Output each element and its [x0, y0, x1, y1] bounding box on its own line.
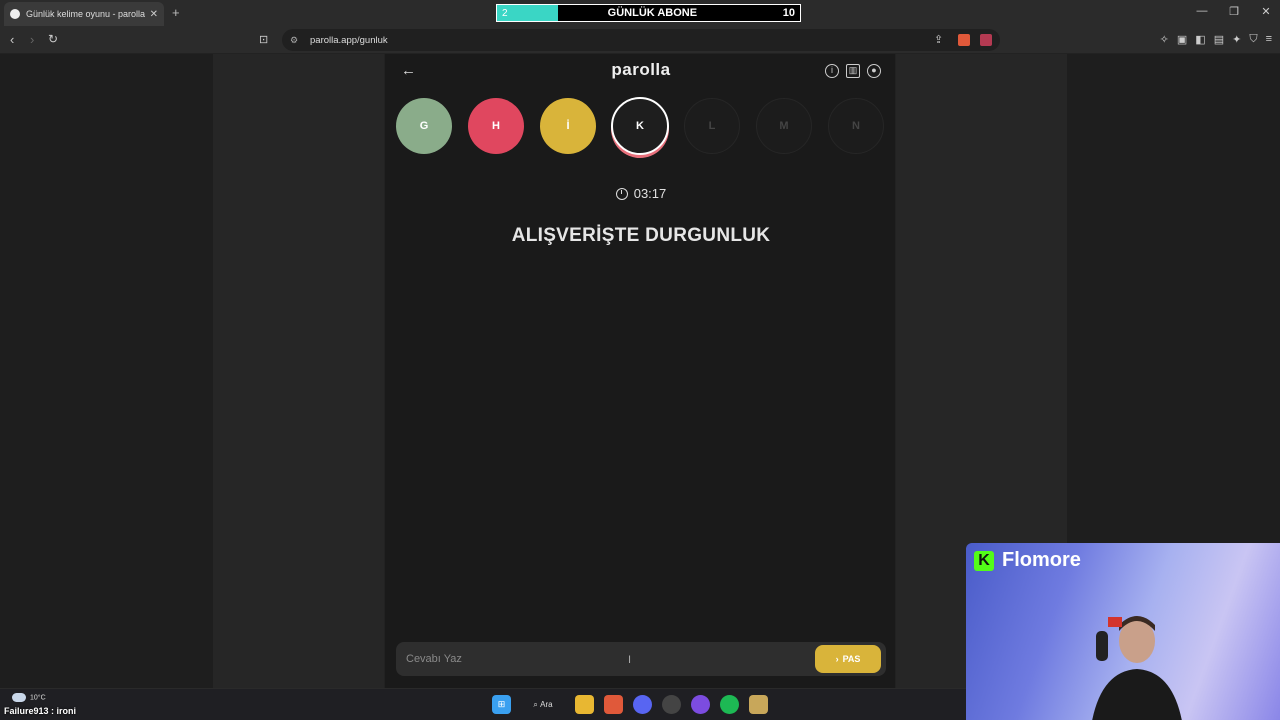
pass-button[interactable]: › PAS: [815, 645, 881, 673]
obs-icon[interactable]: [691, 695, 710, 714]
parolla-logo[interactable]: parolla: [385, 60, 897, 80]
parolla-game: ← parolla i ▥ ● GHİKLMN 03:17 ALIŞVERİŞT…: [384, 54, 896, 688]
discord-icon[interactable]: [633, 695, 652, 714]
search-label: Ara: [540, 700, 553, 709]
new-tab-button[interactable]: +: [172, 5, 180, 20]
window-controls: — ❐ ✕: [1196, 5, 1272, 18]
address-bar[interactable]: ⚙ parolla.app/gunluk: [282, 29, 1000, 51]
close-tab-icon[interactable]: ✕: [150, 9, 158, 20]
share-icon[interactable]: ⇪: [934, 33, 943, 46]
screenshot-icon[interactable]: ▣: [1177, 33, 1187, 46]
brave-rewards-icon[interactable]: [980, 34, 992, 46]
subscriber-current: 2: [502, 7, 508, 19]
windows-start-icon[interactable]: ⊞: [492, 695, 511, 714]
extensions-icon[interactable]: ✧: [1160, 33, 1169, 46]
chatgpt-icon[interactable]: [662, 695, 681, 714]
minimize-icon[interactable]: —: [1196, 5, 1208, 18]
vpn-icon[interactable]: ⛉: [1249, 33, 1257, 46]
close-window-icon[interactable]: ✕: [1260, 5, 1272, 18]
letter-active: K: [611, 97, 669, 155]
timer-value: 03:17: [633, 186, 667, 201]
parolla-favicon-icon: [10, 9, 20, 19]
weather-widget[interactable]: 10°C: [12, 693, 46, 702]
league-of-legends-icon[interactable]: [749, 695, 768, 714]
sidebar-icon[interactable]: ◧: [1195, 33, 1205, 46]
file-explorer-icon[interactable]: [575, 695, 594, 714]
letter-future: L: [684, 98, 740, 154]
answer-input[interactable]: [406, 642, 806, 676]
forward-nav-icon[interactable]: ›: [30, 32, 34, 47]
taskbar-icons: ⊞ ⌕ Ara: [492, 695, 768, 714]
subscriber-goal: 10: [782, 7, 795, 19]
taskbar-search[interactable]: ⌕ Ara: [521, 695, 565, 714]
daily-subscriber-bar: 2 GÜNLÜK ABONE 10: [496, 4, 801, 22]
letter-future: N: [828, 98, 884, 154]
menu-icon[interactable]: ≡: [1266, 33, 1272, 46]
browser-tab-bar: Günlük kelime oyunu - parolla ✕ + 2 GÜNL…: [0, 0, 1280, 26]
temperature: 10°C: [30, 694, 46, 702]
left-gutter: [0, 54, 213, 688]
chat-ticker: Failure913 : ironi: [4, 706, 77, 716]
wallet-icon[interactable]: ▤: [1214, 33, 1224, 46]
screen: Günlük kelime oyunu - parolla ✕ + 2 GÜNL…: [0, 0, 1280, 720]
letter-passed: İ: [540, 98, 596, 154]
brave-shield-icon[interactable]: [958, 34, 970, 46]
clock-icon: [615, 188, 628, 200]
left-panel: [213, 54, 384, 688]
stats-icon[interactable]: ▥: [846, 64, 860, 78]
subscriber-label: GÜNLÜK ABONE: [607, 7, 698, 19]
cloud-icon: [12, 693, 26, 702]
tab-title: Günlük kelime oyunu - parolla: [26, 9, 146, 19]
streamer-name: Flomore: [1002, 549, 1081, 571]
brave-browser-icon[interactable]: [604, 695, 623, 714]
chevron-right-icon: ›: [835, 654, 839, 664]
timer: 03:17: [385, 186, 897, 201]
letter-future: M: [756, 98, 812, 154]
letter-wrong: H: [468, 98, 524, 154]
letter-track: GHİKLMN: [396, 97, 886, 158]
browser-tab[interactable]: Günlük kelime oyunu - parolla ✕: [4, 2, 164, 26]
webcam-overlay: K Flomore: [966, 543, 1280, 720]
profile-icon[interactable]: ●: [867, 64, 881, 78]
url-text: parolla.app/gunluk: [310, 34, 388, 46]
search-icon: ⌕: [533, 699, 538, 709]
info-icon[interactable]: i: [825, 64, 839, 78]
site-info-icon[interactable]: ⚙: [290, 35, 300, 45]
text-cursor-icon: I: [628, 654, 632, 666]
clue-text: ALIŞVERİŞTE DURGUNLUK: [511, 225, 771, 246]
reload-icon[interactable]: ↻: [48, 32, 58, 46]
pass-label: PAS: [842, 654, 861, 664]
streamer-silhouette-icon: [1092, 616, 1182, 720]
toolbar-right-icons: ✧ ▣ ◧ ▤ ✦ ⛉ ≡: [1160, 33, 1272, 46]
restore-icon[interactable]: ❐: [1228, 5, 1240, 18]
back-nav-icon[interactable]: ‹: [10, 32, 14, 47]
browser-toolbar: ‹ › ↻ ⊡ ⚙ parolla.app/gunluk ⇪ ✧ ▣ ◧ ▤ ✦…: [0, 26, 1280, 54]
spotify-icon[interactable]: [720, 695, 739, 714]
leo-ai-icon[interactable]: ✦: [1232, 33, 1241, 46]
letter-correct: G: [396, 98, 452, 154]
kick-logo-icon: K: [974, 551, 994, 571]
bookmark-icon[interactable]: ⊡: [259, 33, 268, 46]
answer-box: › PAS: [396, 642, 886, 676]
